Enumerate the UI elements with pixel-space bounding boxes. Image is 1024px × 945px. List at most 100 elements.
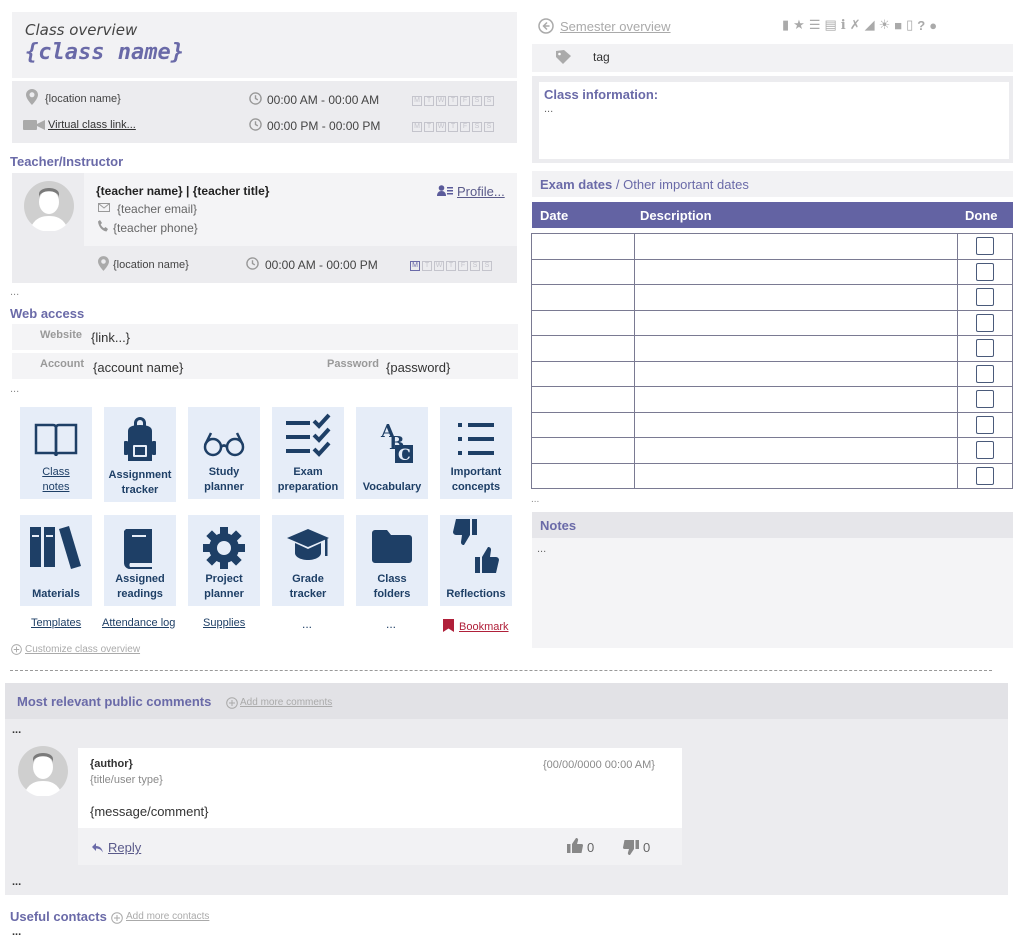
done-checkbox[interactable] bbox=[976, 262, 994, 281]
extra-link-placeholder[interactable]: ... bbox=[386, 617, 396, 631]
day-m[interactable]: M bbox=[412, 121, 422, 132]
materials-tile[interactable]: Materials bbox=[20, 515, 92, 606]
description-cell[interactable] bbox=[634, 233, 958, 260]
description-cell[interactable] bbox=[634, 335, 958, 362]
done-checkbox[interactable] bbox=[976, 339, 994, 358]
comment-author[interactable]: {author} bbox=[90, 758, 133, 770]
password-value[interactable]: {password} bbox=[386, 360, 450, 375]
add-contacts-link[interactable]: Add more contacts bbox=[126, 911, 209, 922]
add-comments-link[interactable]: Add more comments bbox=[240, 697, 332, 708]
date-cell[interactable] bbox=[531, 386, 635, 413]
info-icon[interactable]: i bbox=[841, 18, 846, 33]
day-su[interactable]: S bbox=[482, 260, 492, 271]
extra-link-placeholder[interactable]: ... bbox=[302, 617, 312, 631]
day-su[interactable]: S bbox=[484, 95, 494, 106]
supplies-link[interactable]: Supplies bbox=[203, 617, 245, 629]
description-cell[interactable] bbox=[634, 437, 958, 464]
thumbs-up-icon[interactable] bbox=[567, 838, 583, 853]
day-w[interactable]: W bbox=[436, 121, 446, 132]
reflections-tile[interactable]: Reflections bbox=[440, 515, 512, 606]
date-cell[interactable] bbox=[531, 258, 635, 285]
done-checkbox[interactable] bbox=[976, 313, 994, 332]
day-s[interactable]: S bbox=[470, 260, 480, 271]
star-icon[interactable]: ★ bbox=[793, 17, 805, 33]
bulb-icon[interactable]: ● bbox=[929, 18, 937, 33]
day-w[interactable]: W bbox=[434, 260, 444, 271]
day-th[interactable]: T bbox=[448, 121, 458, 132]
class-folders-tile[interactable]: Class folders bbox=[356, 515, 428, 606]
list-icon[interactable]: ☰ bbox=[809, 17, 821, 33]
date-cell[interactable] bbox=[531, 360, 635, 387]
grade-tracker-tile[interactable]: Grade tracker bbox=[272, 515, 344, 606]
done-checkbox[interactable] bbox=[976, 441, 994, 460]
thumbs-down-icon[interactable] bbox=[623, 840, 639, 855]
description-cell[interactable] bbox=[634, 360, 958, 387]
back-arrow-icon[interactable] bbox=[538, 18, 554, 34]
exam-table-header bbox=[532, 202, 1013, 228]
assignment-tracker-tile[interactable]: Assignment tracker bbox=[104, 407, 176, 502]
exam-preparation-tile[interactable]: Exam preparation bbox=[272, 407, 344, 499]
date-cell[interactable] bbox=[531, 462, 635, 489]
done-checkbox[interactable] bbox=[976, 390, 994, 409]
done-checkbox[interactable] bbox=[976, 288, 994, 307]
date-cell[interactable] bbox=[531, 309, 635, 336]
description-cell[interactable] bbox=[634, 386, 958, 413]
tag-label[interactable]: tag bbox=[593, 50, 610, 64]
description-cell[interactable] bbox=[634, 411, 958, 438]
date-cell[interactable] bbox=[531, 233, 635, 260]
date-cell[interactable] bbox=[531, 411, 635, 438]
weekday-selector-2[interactable]: MTWTFSS bbox=[412, 119, 496, 133]
ruler-icon[interactable]: ◢ bbox=[865, 17, 875, 33]
class-notes-tile[interactable]: Class notes bbox=[20, 407, 92, 499]
website-value[interactable]: {link...} bbox=[91, 330, 130, 345]
calendar-icon[interactable]: ▤ bbox=[824, 17, 836, 33]
weekday-selector-1[interactable]: MTWTFSS bbox=[412, 93, 496, 107]
day-s[interactable]: S bbox=[472, 95, 482, 106]
bookmark-link[interactable]: Bookmark bbox=[459, 621, 509, 633]
day-f[interactable]: F bbox=[458, 260, 468, 271]
date-cell[interactable] bbox=[531, 284, 635, 311]
day-w[interactable]: W bbox=[436, 95, 446, 106]
assigned-readings-tile[interactable]: Assigned readings bbox=[104, 515, 176, 606]
day-t[interactable]: T bbox=[422, 260, 432, 271]
teacher-profile-link[interactable]: Profile... bbox=[457, 184, 505, 199]
semester-overview-link[interactable]: Semester overview bbox=[560, 19, 671, 34]
study-planner-tile[interactable]: Study planner bbox=[188, 407, 260, 499]
vocabulary-tile[interactable]: ABC Vocabulary bbox=[356, 407, 428, 499]
done-checkbox[interactable] bbox=[976, 237, 994, 256]
day-m[interactable]: M bbox=[410, 260, 420, 271]
description-cell[interactable] bbox=[634, 284, 958, 311]
done-checkbox[interactable] bbox=[976, 364, 994, 383]
date-cell[interactable] bbox=[531, 437, 635, 464]
important-concepts-tile[interactable]: Important concepts bbox=[440, 407, 512, 499]
teacher-weekday-selector[interactable]: MTWTFSS bbox=[410, 258, 494, 272]
document-icon[interactable]: ▯ bbox=[906, 17, 913, 33]
day-su[interactable]: S bbox=[484, 121, 494, 132]
reply-link[interactable]: Reply bbox=[108, 840, 141, 855]
done-checkbox[interactable] bbox=[976, 466, 994, 485]
day-th[interactable]: T bbox=[446, 260, 456, 271]
help-icon[interactable]: ? bbox=[917, 18, 925, 33]
templates-link[interactable]: Templates bbox=[31, 617, 81, 629]
day-t[interactable]: T bbox=[424, 121, 434, 132]
day-f[interactable]: F bbox=[460, 121, 470, 132]
sun-icon[interactable]: ☀ bbox=[879, 17, 891, 33]
done-checkbox[interactable] bbox=[976, 415, 994, 434]
description-cell[interactable] bbox=[634, 462, 958, 489]
account-value[interactable]: {account name} bbox=[93, 360, 183, 375]
attendance-log-link[interactable]: Attendance log bbox=[102, 617, 175, 629]
day-m[interactable]: M bbox=[412, 95, 422, 106]
customize-link[interactable]: Customize class overview bbox=[25, 644, 140, 655]
day-s[interactable]: S bbox=[472, 121, 482, 132]
description-cell[interactable] bbox=[634, 258, 958, 285]
day-t[interactable]: T bbox=[424, 95, 434, 106]
project-planner-tile[interactable]: Project planner bbox=[188, 515, 260, 606]
virtual-class-link[interactable]: Virtual class link... bbox=[48, 119, 136, 131]
video-icon[interactable]: ▮ bbox=[782, 17, 789, 33]
day-f[interactable]: F bbox=[460, 95, 470, 106]
folder-icon[interactable]: ■ bbox=[894, 18, 902, 33]
description-cell[interactable] bbox=[634, 309, 958, 336]
date-cell[interactable] bbox=[531, 335, 635, 362]
day-th[interactable]: T bbox=[448, 95, 458, 106]
pin-icon[interactable]: ✗ bbox=[850, 17, 861, 33]
